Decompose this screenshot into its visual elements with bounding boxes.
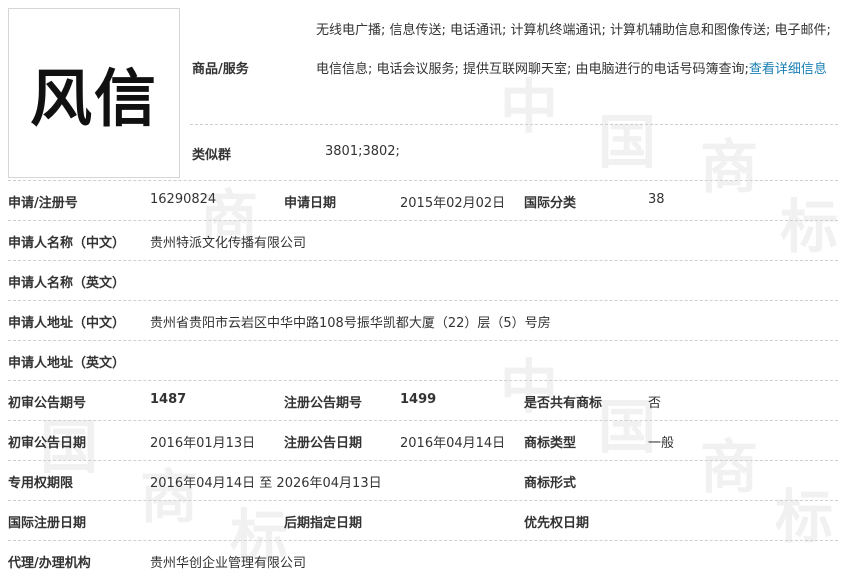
view-details-link[interactable]: 查看详细信息	[749, 62, 827, 77]
subsequent-designation-date-label: 后期指定日期	[284, 516, 363, 531]
trademark-image: 风信	[8, 8, 180, 178]
similar-group-value: 3801;3802;	[325, 144, 400, 159]
application-number-value: 16290824	[150, 192, 217, 207]
detail-row: 国际注册日期 后期指定日期 优先权日期	[0, 500, 842, 540]
applicant-name-cn-label: 申请人名称（中文）	[8, 236, 126, 251]
reg-pub-date-value: 2016年04月14日	[400, 436, 506, 451]
reg-pub-issue-label: 注册公告期号	[284, 396, 363, 411]
goods-services-label: 商品/服务	[192, 62, 249, 77]
priority-date-label: 优先权日期	[524, 516, 590, 531]
shared-trademark-value: 否	[648, 396, 662, 411]
detail-row: 申请人名称（中文） 贵州特派文化传播有限公司	[0, 220, 842, 260]
detail-row: 专用权期限 2016年04月14日 至 2026年04月13日 商标形式	[0, 460, 842, 500]
similar-group-label: 类似群	[192, 148, 232, 163]
exclusive-period-label: 专用权期限	[8, 476, 74, 491]
agent-value: 贵州华创企业管理有限公司	[150, 556, 307, 571]
applicant-address-cn-value: 贵州省贵阳市云岩区中华中路108号振华凯都大厦（22）层（5）号房	[150, 316, 551, 331]
prelim-pub-date-value: 2016年01月13日	[150, 436, 256, 451]
goods-services-list: 无线电广播; 信息传送; 电话通讯; 计算机终端通讯; 计算机辅助信息和图像传送…	[316, 12, 834, 89]
detail-row: 代理/办理机构 贵州华创企业管理有限公司	[0, 540, 842, 580]
applicant-name-en-label: 申请人名称（英文）	[8, 276, 126, 291]
trademark-detail: 风信 商品/服务 无线电广播; 信息传送; 电话通讯; 计算机终端通讯; 计算机…	[0, 0, 842, 579]
intl-class-label: 国际分类	[524, 196, 577, 211]
applicant-address-en-label: 申请人地址（英文）	[8, 356, 126, 371]
intl-class-value: 38	[648, 192, 665, 207]
intl-reg-date-label: 国际注册日期	[8, 516, 87, 531]
application-date-value: 2015年02月02日	[400, 196, 506, 211]
detail-row: 申请人地址（中文） 贵州省贵阳市云岩区中华中路108号振华凯都大厦（22）层（5…	[0, 300, 842, 340]
agent-label: 代理/办理机构	[8, 556, 91, 571]
application-number-label: 申请/注册号	[8, 196, 78, 211]
trademark-type-value: 一般	[648, 436, 675, 451]
shared-trademark-label: 是否共有商标	[524, 396, 603, 411]
detail-row: 申请人地址（英文）	[0, 340, 842, 380]
prelim-pub-issue-value: 1487	[150, 392, 187, 407]
exclusive-period-value: 2016年04月14日 至 2026年04月13日	[150, 476, 382, 491]
trademark-form-label: 商标形式	[524, 476, 577, 491]
reg-pub-date-label: 注册公告日期	[284, 436, 363, 451]
detail-row: 申请/注册号 16290824 申请日期 2015年02月02日 国际分类 38	[0, 180, 842, 220]
application-date-label: 申请日期	[284, 196, 337, 211]
reg-pub-issue-value: 1499	[400, 392, 437, 407]
applicant-name-cn-value: 贵州特派文化传播有限公司	[150, 236, 307, 251]
applicant-address-cn-label: 申请人地址（中文）	[8, 316, 126, 331]
prelim-pub-issue-label: 初审公告期号	[8, 396, 87, 411]
prelim-pub-date-label: 初审公告日期	[8, 436, 87, 451]
trademark-logo-text: 风信	[29, 62, 158, 135]
detail-row: 申请人名称（英文）	[0, 260, 842, 300]
detail-row: 初审公告日期 2016年01月13日 注册公告日期 2016年04月14日 商标…	[0, 420, 842, 460]
detail-row: 初审公告期号 1487 注册公告期号 1499 是否共有商标 否	[0, 380, 842, 420]
divider	[190, 124, 838, 125]
trademark-type-label: 商标类型	[524, 436, 577, 451]
